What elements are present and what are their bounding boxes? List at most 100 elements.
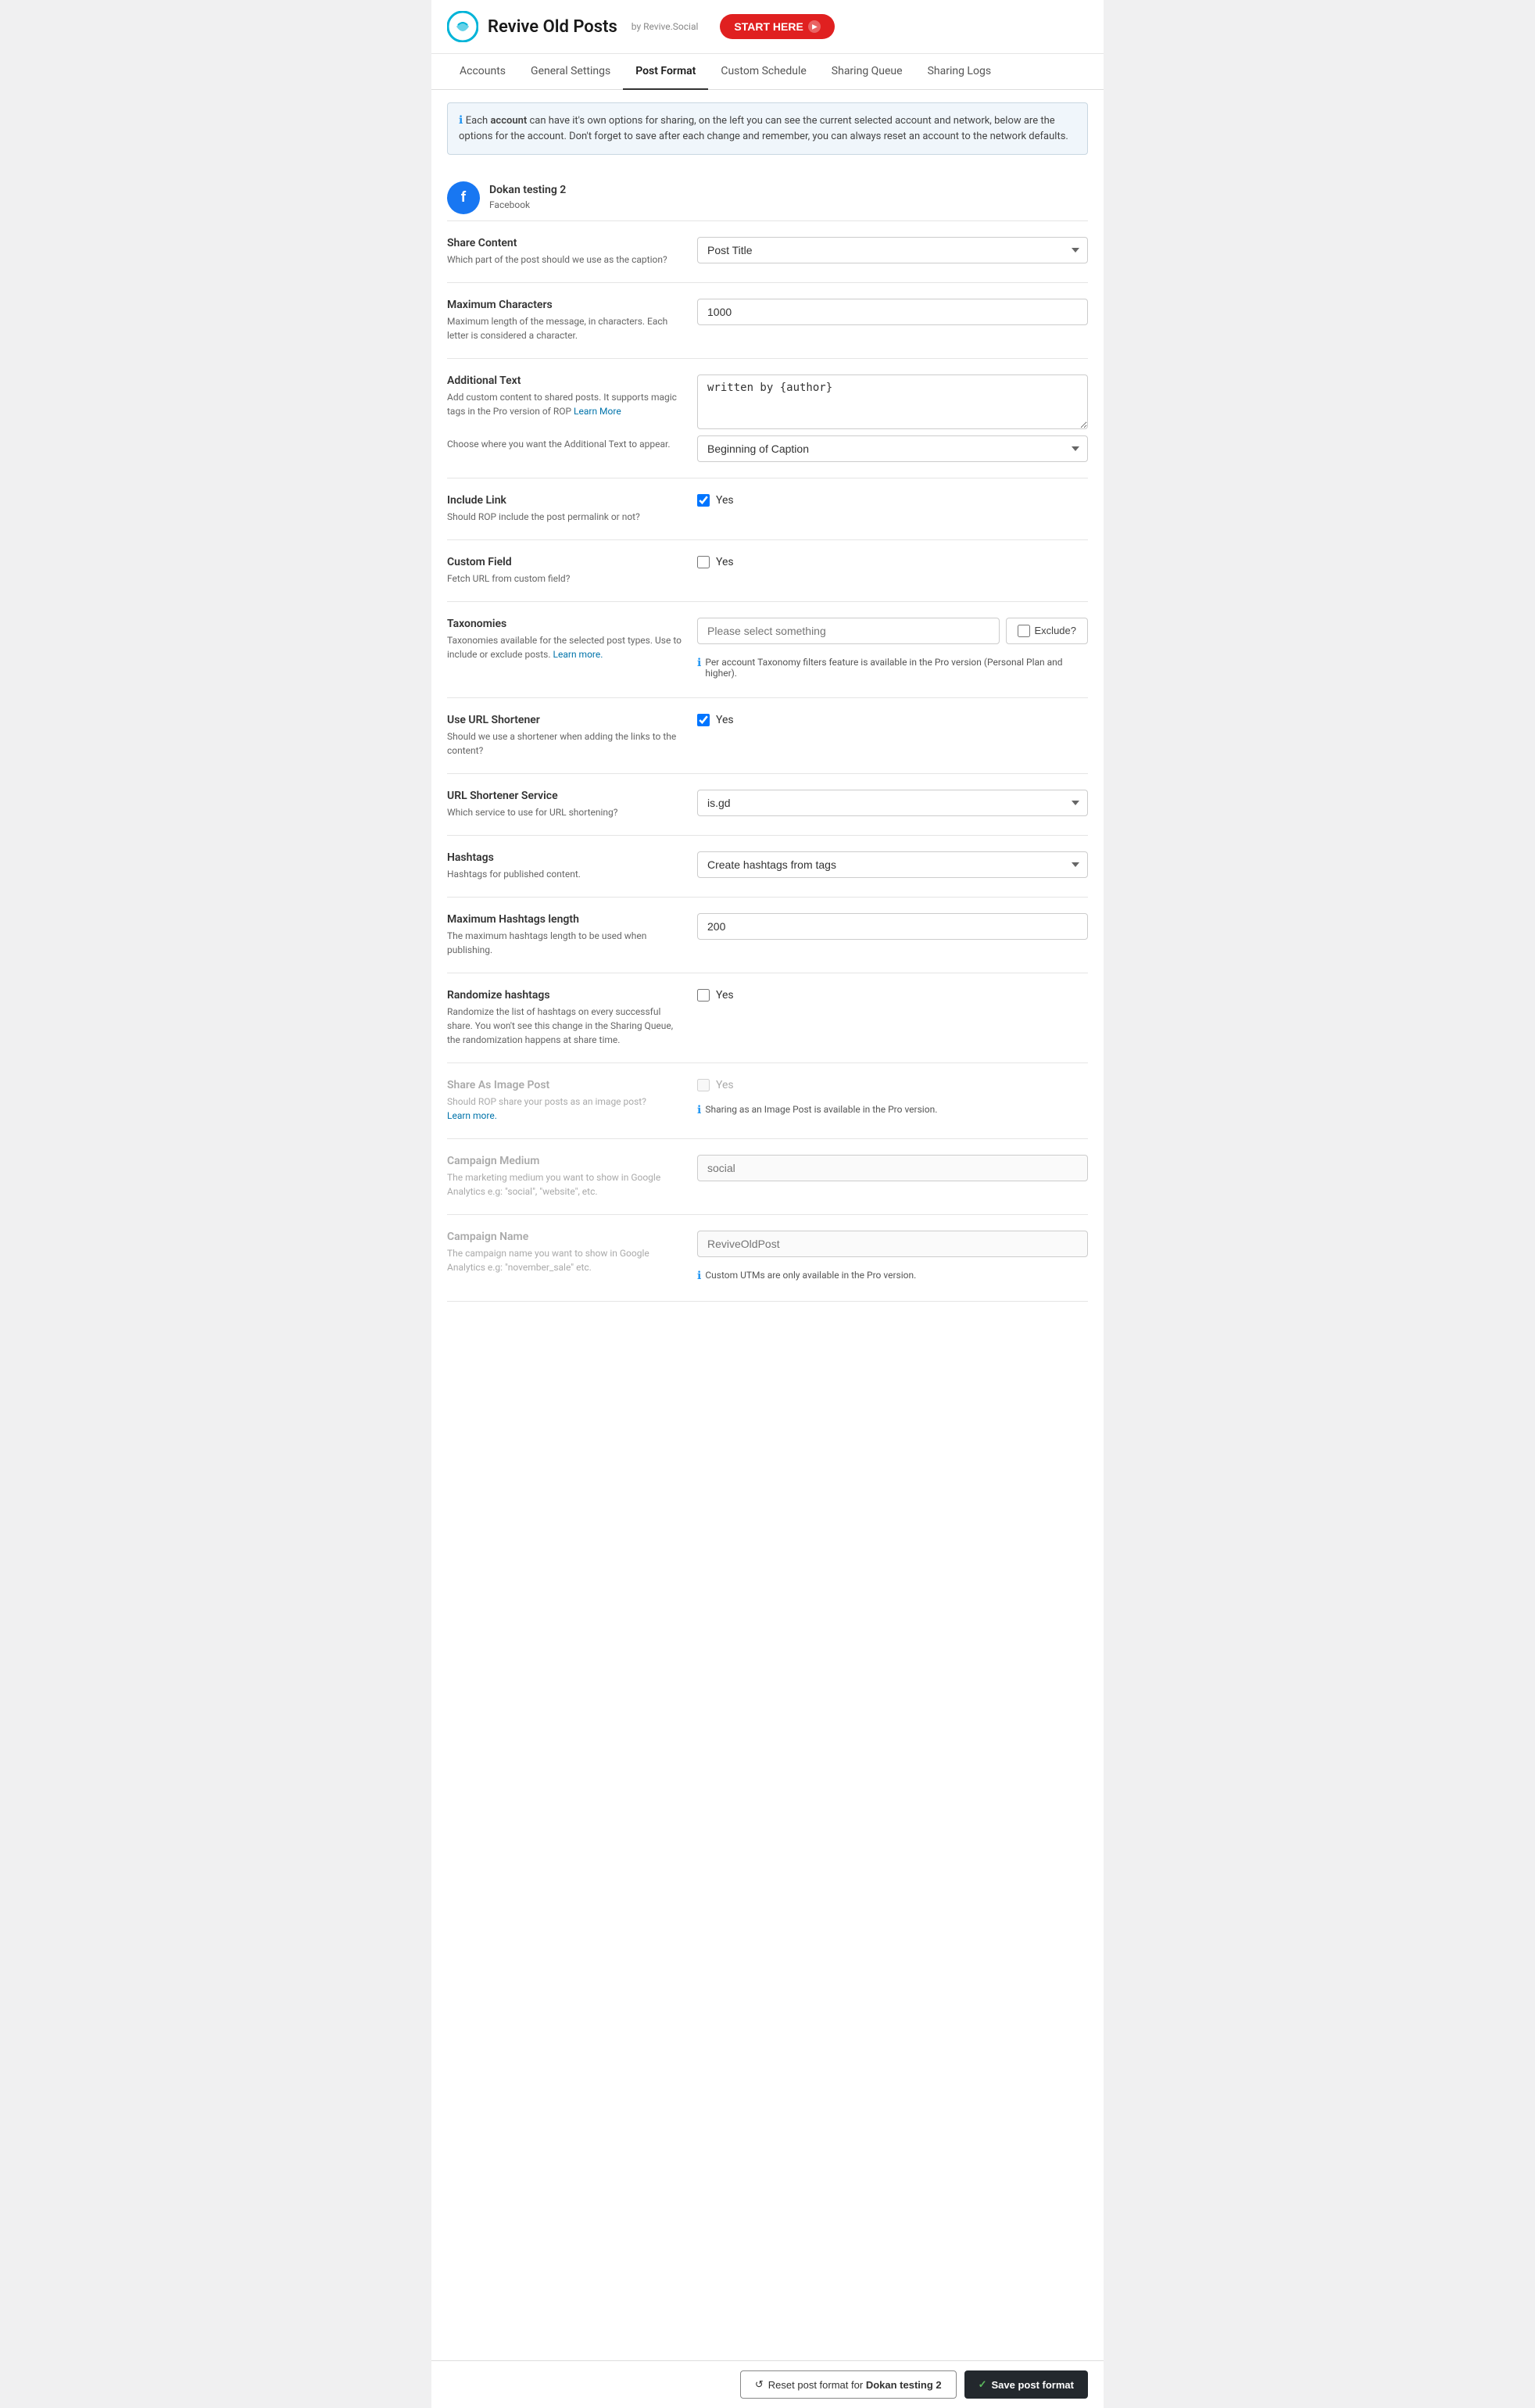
logo-icon xyxy=(447,11,478,42)
taxonomy-input[interactable] xyxy=(697,618,1000,644)
checkbox-label-url-shortener[interactable]: Yes xyxy=(716,714,734,726)
settings-right-share-content: Post Title Post Excerpt Post Content Cus… xyxy=(697,237,1088,263)
info-icon: ℹ xyxy=(459,114,466,127)
label-max-chars: Maximum Characters xyxy=(447,299,682,311)
desc-max-hashtags: The maximum hashtags length to be used w… xyxy=(447,929,682,957)
settings-left-share-image: Share As Image Post Should ROP share you… xyxy=(447,1079,682,1123)
exclude-button[interactable]: Exclude? xyxy=(1006,618,1088,644)
label-share-content: Share Content xyxy=(447,237,682,249)
desc-campaign-name: The campaign name you want to show in Go… xyxy=(447,1246,682,1274)
reset-icon: ↺ xyxy=(755,2378,764,2391)
desc-randomize-hashtags: Randomize the list of hashtags on every … xyxy=(447,1005,682,1047)
checkbox-url-shortener[interactable] xyxy=(697,714,710,726)
label-custom-field: Custom Field xyxy=(447,556,682,568)
reset-button[interactable]: ↺ Reset post format for Dokan testing 2 xyxy=(740,2370,957,2399)
settings-left-include-link: Include Link Should ROP include the post… xyxy=(447,494,682,524)
taxonomy-controls: Exclude? xyxy=(697,618,1088,644)
desc-hashtags: Hashtags for published content. xyxy=(447,867,682,881)
row-hashtags: Hashtags Hashtags for published content.… xyxy=(447,836,1088,898)
checkbox-include-link[interactable] xyxy=(697,494,710,507)
input-max-hashtags[interactable] xyxy=(697,913,1088,940)
row-max-hashtags: Maximum Hashtags length The maximum hash… xyxy=(447,898,1088,973)
select-url-shortener-service[interactable]: is.gd bit.ly ow.ly xyxy=(697,790,1088,816)
info-banner: ℹ Each account can have it's own options… xyxy=(447,102,1088,155)
label-hashtags: Hashtags xyxy=(447,851,682,864)
pro-notice-campaign-name: ℹ Custom UTMs are only available in the … xyxy=(697,1263,1088,1285)
input-max-characters[interactable] xyxy=(697,299,1088,325)
brand-by: by Revive.Social xyxy=(632,21,699,32)
main-content: f Dokan testing 2 Facebook Share Content… xyxy=(431,167,1104,1364)
label-randomize-hashtags: Randomize hashtags xyxy=(447,989,682,1002)
label-campaign-name: Campaign Name xyxy=(447,1231,682,1243)
learn-more-link-share-image[interactable]: Learn more. xyxy=(447,1110,497,1121)
info-icon-share-image: ℹ xyxy=(697,1104,701,1116)
label-share-image: Share As Image Post xyxy=(447,1079,682,1091)
row-campaign-name: Campaign Name The campaign name you want… xyxy=(447,1215,1088,1302)
desc-custom-field: Fetch URL from custom field? xyxy=(447,572,682,586)
checkbox-custom-field[interactable] xyxy=(697,556,710,568)
checkbox-label-randomize-hashtags[interactable]: Yes xyxy=(716,989,734,1002)
start-here-button[interactable]: START HERE xyxy=(720,14,834,39)
desc-share-image: Should ROP share your posts as an image … xyxy=(447,1095,682,1123)
tab-sharing-logs[interactable]: Sharing Logs xyxy=(915,54,1004,90)
select-share-content[interactable]: Post Title Post Excerpt Post Content Cus… xyxy=(697,237,1088,263)
info-icon-taxonomies: ℹ xyxy=(697,657,701,669)
label-include-link: Include Link xyxy=(447,494,682,507)
info-text-before: Each xyxy=(466,115,491,127)
account-info: Dokan testing 2 Facebook xyxy=(489,183,566,211)
learn-more-link-taxonomies[interactable]: Learn more. xyxy=(553,649,603,660)
settings-right-campaign-name: ℹ Custom UTMs are only available in the … xyxy=(697,1231,1088,1285)
textarea-additional-text[interactable]: written by {author} xyxy=(697,374,1088,429)
settings-right-campaign-medium xyxy=(697,1155,1088,1181)
exclude-checkbox[interactable] xyxy=(1018,625,1030,637)
learn-more-link-additional-text[interactable]: Learn More xyxy=(574,406,621,417)
start-here-label: START HERE xyxy=(734,20,803,33)
tab-sharing-queue[interactable]: Sharing Queue xyxy=(819,54,915,90)
settings-right-share-image: Yes ℹ Sharing as an Image Post is availa… xyxy=(697,1079,1088,1120)
checkbox-row-include-link: Yes xyxy=(697,494,1088,507)
checkbox-label-include-link[interactable]: Yes xyxy=(716,494,734,507)
checkbox-share-image[interactable] xyxy=(697,1079,710,1091)
settings-right-max-chars xyxy=(697,299,1088,325)
desc-include-link: Should ROP include the post permalink or… xyxy=(447,510,682,524)
row-url-shortener: Use URL Shortener Should we use a shorte… xyxy=(447,698,1088,774)
row-randomize-hashtags: Randomize hashtags Randomize the list of… xyxy=(447,973,1088,1063)
row-share-content: Share Content Which part of the post sho… xyxy=(447,221,1088,283)
input-campaign-name[interactable] xyxy=(697,1231,1088,1257)
label-taxonomies: Taxonomies xyxy=(447,618,682,630)
settings-right-randomize-hashtags: Yes xyxy=(697,989,1088,1002)
checkbox-randomize-hashtags[interactable] xyxy=(697,989,710,1002)
avatar: f xyxy=(447,181,480,214)
checkbox-row-custom-field: Yes xyxy=(697,556,1088,568)
checkbox-row-randomize-hashtags: Yes xyxy=(697,989,1088,1002)
settings-right-hashtags: No hashtags Create hashtags from tags Cr… xyxy=(697,851,1088,878)
tab-general-settings[interactable]: General Settings xyxy=(518,54,623,90)
footer-bar: ↺ Reset post format for Dokan testing 2 … xyxy=(431,2360,1104,2408)
checkbox-label-share-image: Yes xyxy=(716,1079,734,1091)
pro-notice-taxonomies: ℹ Per account Taxonomy filters feature i… xyxy=(697,650,1088,682)
row-include-link: Include Link Should ROP include the post… xyxy=(447,478,1088,540)
desc-share-content: Which part of the post should we use as … xyxy=(447,253,682,267)
settings-left-hashtags: Hashtags Hashtags for published content. xyxy=(447,851,682,881)
desc-url-shortener: Should we use a shortener when adding th… xyxy=(447,729,682,758)
settings-right-max-hashtags xyxy=(697,913,1088,940)
info-text-after: can have it's own options for sharing, o… xyxy=(459,115,1068,142)
input-campaign-medium[interactable] xyxy=(697,1155,1088,1181)
info-icon-campaign-name: ℹ xyxy=(697,1270,701,1282)
brand-name: Revive Old Posts xyxy=(488,17,617,37)
desc-url-service: Which service to use for URL shortening? xyxy=(447,805,682,819)
account-type: Facebook xyxy=(489,199,566,212)
save-button[interactable]: ✓ Save post format xyxy=(964,2370,1088,2399)
select-hashtags[interactable]: No hashtags Create hashtags from tags Cr… xyxy=(697,851,1088,878)
reset-label: Reset post format for Dokan testing 2 xyxy=(768,2379,942,2391)
checkbox-label-custom-field[interactable]: Yes xyxy=(716,556,734,568)
desc-additional-text-position: Choose where you want the Additional Tex… xyxy=(447,437,682,451)
tab-post-format[interactable]: Post Format xyxy=(623,54,708,90)
tab-custom-schedule[interactable]: Custom Schedule xyxy=(708,54,818,90)
select-additional-text-position[interactable]: Beginning of Caption End of Caption xyxy=(697,435,1088,462)
row-custom-field: Custom Field Fetch URL from custom field… xyxy=(447,540,1088,602)
settings-left-max-chars: Maximum Characters Maximum length of the… xyxy=(447,299,682,342)
checkbox-row-share-image: Yes xyxy=(697,1079,1088,1091)
settings-left-url-service: URL Shortener Service Which service to u… xyxy=(447,790,682,819)
tab-accounts[interactable]: Accounts xyxy=(447,54,518,90)
